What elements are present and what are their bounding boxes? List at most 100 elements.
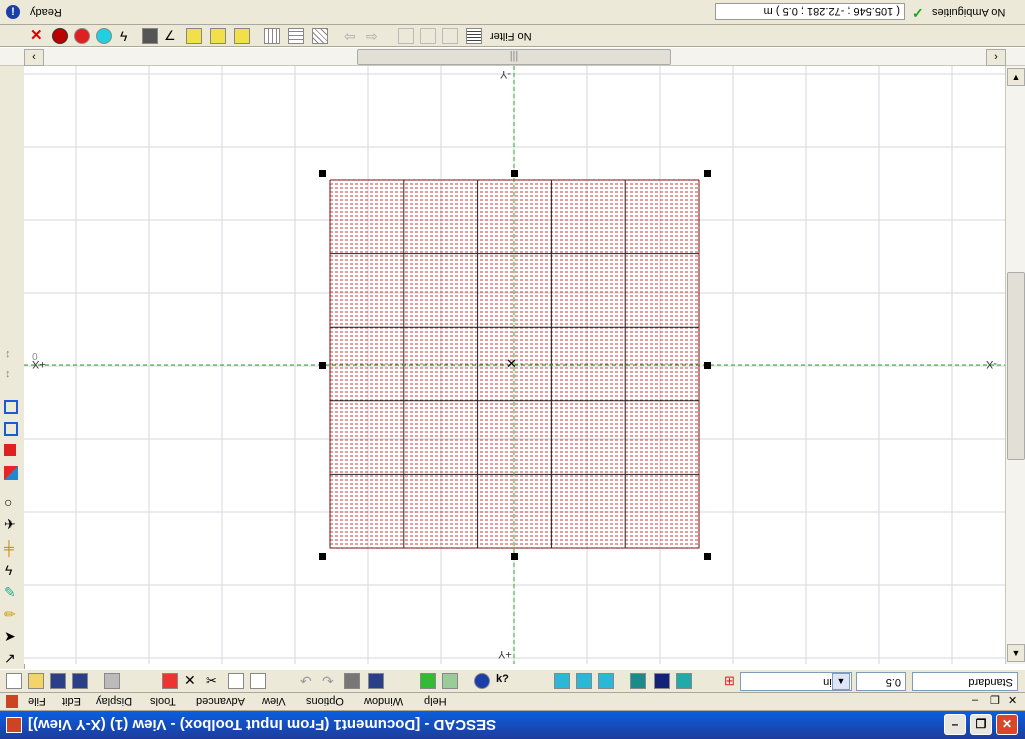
lightning-tool-icon[interactable]: ϟ [5, 562, 12, 578]
view-yz-icon[interactable] [598, 673, 614, 689]
select-region-icon[interactable] [368, 673, 384, 689]
mirror-icon[interactable] [420, 673, 436, 689]
handle-mid-left[interactable] [319, 362, 326, 369]
handle-top-left[interactable] [319, 170, 326, 177]
circle-red-icon[interactable] [74, 28, 90, 44]
maximize-button[interactable]: ❐ [970, 714, 992, 735]
close-button[interactable]: ✕ [996, 714, 1018, 735]
menu-item-display[interactable]: Display [96, 695, 132, 707]
paint-icon[interactable]: ✎ [4, 584, 16, 601]
context-help-icon[interactable]: k? [496, 673, 512, 689]
menu-item-help[interactable]: Help [424, 695, 447, 707]
wire-tool-1-icon[interactable] [186, 28, 202, 44]
airplane-icon[interactable]: ✈ [4, 516, 16, 533]
render-wire-icon[interactable] [676, 673, 692, 689]
draw-icon[interactable]: ↗ [4, 650, 16, 667]
circle-cyan-icon[interactable] [96, 28, 112, 44]
arrow-right-icon[interactable]: ⇨ [366, 28, 382, 44]
view-3d-icon[interactable] [630, 673, 646, 689]
info-icon[interactable] [474, 673, 490, 689]
layers-icon[interactable] [142, 28, 158, 44]
copy-icon[interactable] [228, 673, 244, 689]
filter-label[interactable]: No Filter [490, 30, 532, 42]
menu-item-window[interactable]: Window [364, 695, 403, 707]
menu-item-tools[interactable]: Tools [150, 695, 176, 707]
redo-icon[interactable]: ↷ [322, 673, 338, 689]
rotate-down-icon[interactable]: ↕ [5, 368, 11, 380]
tool-c-icon[interactable] [442, 28, 458, 44]
rotate-up-icon[interactable]: ↕ [5, 348, 11, 360]
vscroll-thumb[interactable] [1007, 272, 1025, 460]
delete-icon[interactable]: ✕ [30, 28, 46, 44]
grid-3-icon[interactable] [312, 28, 328, 44]
mdi-restore-button[interactable]: ❐ [990, 694, 1000, 707]
grid-2-icon[interactable] [288, 28, 304, 44]
vertical-scrollbar[interactable]: ▲ ▼ [1005, 66, 1025, 664]
mdi-minimize-button[interactable]: – [972, 694, 978, 706]
scroll-right-icon[interactable]: › [986, 49, 1006, 66]
handle-bottom-right[interactable] [704, 553, 711, 560]
layer-icon[interactable]: ⊞ [724, 673, 740, 689]
mdi-close-button[interactable]: ✕ [1008, 694, 1017, 707]
handle-top-mid[interactable] [511, 170, 518, 177]
menu-item-options[interactable]: Options [306, 695, 344, 707]
title-bar: SESCAD - [Document1 (From Input Toolbox)… [0, 711, 1025, 739]
toolbar-top: ✕ ϟ ∠ ⇦ ⇨ No Filter [0, 25, 1025, 47]
new-document-icon[interactable] [6, 673, 22, 689]
horizontal-scrollbar[interactable]: ‹ ||| › [0, 48, 1025, 66]
color-icon[interactable] [4, 466, 18, 480]
origin-marker: ✕ [506, 356, 517, 371]
open-folder-icon[interactable] [28, 673, 44, 689]
tool-a-icon[interactable] [398, 28, 414, 44]
save-icon[interactable] [50, 673, 66, 689]
status-info-icon: ! [6, 5, 20, 19]
save-all-icon[interactable] [72, 673, 88, 689]
scroll-left-icon[interactable]: ‹ [24, 49, 44, 66]
menu-item-file[interactable]: File [28, 695, 46, 707]
menu-item-advanced[interactable]: Advanced [196, 695, 245, 707]
zoom-extents-icon[interactable] [4, 400, 18, 414]
pencil-icon[interactable]: ✏ [4, 606, 16, 623]
minimize-button[interactable]: – [944, 714, 966, 735]
group-icon[interactable] [344, 673, 360, 689]
scroll-up-icon[interactable]: ▲ [1007, 68, 1025, 86]
select-icon[interactable]: ○ [4, 494, 12, 510]
print-icon[interactable] [104, 673, 120, 689]
handle-bottom-mid[interactable] [511, 553, 518, 560]
scissors-icon[interactable]: ✂ [206, 673, 222, 689]
handle-mid-right[interactable] [704, 362, 711, 369]
scroll-down-icon[interactable]: ▼ [1007, 644, 1025, 662]
filter-icon[interactable] [466, 28, 482, 44]
menu-item-view[interactable]: View [262, 695, 286, 707]
arrow-left-icon[interactable]: ⇦ [344, 28, 360, 44]
layer-dropdown-icon[interactable]: ▼ [832, 673, 850, 690]
pointer-icon[interactable]: ➤ [4, 628, 16, 645]
delete-x-icon[interactable]: ✕ [184, 673, 200, 689]
transform-icon[interactable] [442, 673, 458, 689]
render-solid-icon[interactable] [654, 673, 670, 689]
style-select[interactable]: Standard [912, 672, 1018, 691]
angle-icon[interactable]: ∠ [164, 28, 180, 44]
lightning-icon[interactable]: ϟ [120, 28, 136, 44]
wire-tool-3-icon[interactable] [234, 28, 250, 44]
menu-item-edit[interactable]: Edit [62, 695, 81, 707]
drawing-canvas[interactable]: -X +X -Y +Y 0 ✕ [24, 66, 1005, 664]
axis-label-pos-y: +Y [498, 648, 512, 660]
handle-bottom-left[interactable] [319, 553, 326, 560]
scroll-thumb[interactable]: ||| [357, 49, 671, 65]
axis-label-neg-y: -Y [500, 68, 511, 80]
wire-tool-2-icon[interactable] [210, 28, 226, 44]
undo-icon[interactable]: ↶ [300, 673, 316, 689]
pylon-icon[interactable]: ╪ [4, 540, 14, 556]
cut-red-icon[interactable] [162, 673, 178, 689]
tool-b-icon[interactable] [420, 28, 436, 44]
paste-icon[interactable] [250, 673, 266, 689]
value-field[interactable]: 0.5 [856, 672, 906, 691]
grid-1-icon[interactable] [264, 28, 280, 44]
record-icon[interactable] [52, 28, 68, 44]
view-xz-icon[interactable] [576, 673, 592, 689]
pan-icon[interactable] [4, 444, 16, 456]
handle-top-right[interactable] [704, 170, 711, 177]
view-xy-icon[interactable] [554, 673, 570, 689]
zoom-window-icon[interactable] [4, 422, 18, 436]
